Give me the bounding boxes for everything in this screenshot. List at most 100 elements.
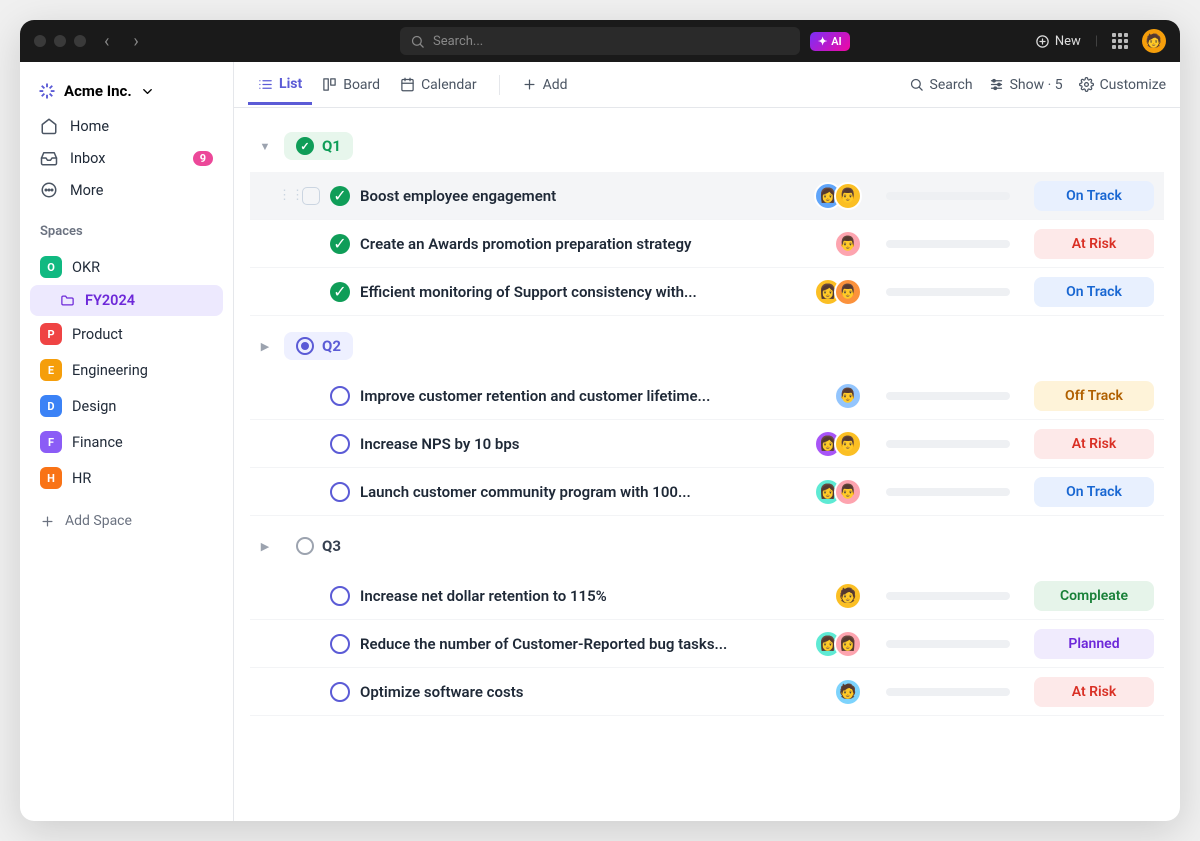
new-button-label: New [1055,34,1081,49]
add-view-button[interactable]: Add [512,67,578,103]
task-row[interactable]: ⋮⋮ ✓ Create an Awards promotion preparat… [250,220,1164,268]
assignee-group: 👨 [834,230,862,258]
group-header-q2[interactable]: ▶ Q2 [250,326,1164,372]
show-columns-label: Show · 5 [1010,77,1063,93]
space-child-fy2024[interactable]: FY2024 [30,285,223,316]
assignee-avatar[interactable]: 👨 [834,478,862,506]
assignee-group: 👨 [834,382,862,410]
ai-badge[interactable]: ✦ AI [810,32,850,51]
user-avatar[interactable]: 🧑 [1142,29,1166,53]
assignee-avatar[interactable]: 🧑 [834,582,862,610]
progress-bar [886,488,1010,496]
customize-button[interactable]: Customize [1079,77,1166,93]
nav-more[interactable]: More [30,174,223,206]
status-tag[interactable]: At Risk [1034,429,1154,459]
status-tag[interactable]: At Risk [1034,229,1154,259]
apps-grid-icon[interactable] [1112,33,1128,49]
task-row[interactable]: ⋮⋮ Improve customer retention and custom… [250,372,1164,420]
status-tag[interactable]: On Track [1034,477,1154,507]
view-toolbar: ListBoardCalendar Add Search Show · 5 [234,62,1180,108]
show-columns-button[interactable]: Show · 5 [989,77,1063,93]
group-pill[interactable]: ✓ Q1 [284,132,353,160]
assignee-avatar[interactable]: 👨 [834,382,862,410]
assignee-avatar[interactable]: 👨 [834,278,862,306]
workspace-switcher[interactable]: Acme Inc. [30,76,223,106]
chevron-right-icon[interactable]: ▶ [256,537,274,555]
task-row[interactable]: ⋮⋮ Launch customer community program wit… [250,468,1164,516]
space-icon: E [40,359,62,381]
space-icon: F [40,431,62,453]
group-pill[interactable]: Q2 [284,332,353,360]
task-row[interactable]: ⋮⋮ ✓ Boost employee engagement 👩👨 On Tra… [250,172,1164,220]
space-icon: O [40,256,62,278]
search-placeholder: Search... [433,34,483,49]
view-tab-list[interactable]: List [248,66,312,105]
status-todo-icon[interactable] [330,586,350,606]
chevron-down-icon[interactable]: ▼ [256,137,274,155]
drag-handle-icon[interactable]: ⋮⋮ [278,188,292,203]
assignee-avatar[interactable]: 👨 [834,430,862,458]
space-item-hr[interactable]: HHR [30,460,223,496]
status-tag[interactable]: On Track [1034,181,1154,211]
space-item-finance[interactable]: FFinance [30,424,223,460]
nav-label: Inbox [70,150,105,167]
space-item-okr[interactable]: OOKR [30,249,223,285]
assignee-avatar[interactable]: 👨 [834,182,862,210]
nav-inbox[interactable]: Inbox9 [30,142,223,174]
group-header-q3[interactable]: ▶ Q3 [250,526,1164,572]
status-done-icon[interactable]: ✓ [330,186,350,206]
assignee-avatar[interactable]: 🧑 [834,678,862,706]
global-search[interactable]: Search... [400,27,800,55]
window-controls[interactable] [34,35,86,47]
add-space-label: Add Space [65,513,132,529]
task-row[interactable]: ⋮⋮ Optimize software costs 🧑 At Risk [250,668,1164,716]
status-tag[interactable]: Planned [1034,629,1154,659]
plus-icon [522,77,537,92]
assignee-avatar[interactable]: 👨 [834,230,862,258]
select-checkbox[interactable] [302,187,320,205]
status-todo-icon[interactable] [330,434,350,454]
search-icon [410,34,425,49]
space-item-design[interactable]: DDesign [30,388,223,424]
space-item-engineering[interactable]: E Engineering [30,352,223,388]
add-space-button[interactable]: Add Space [30,506,223,536]
plus-circle-icon [1035,34,1050,49]
space-icon: H [40,467,62,489]
list-icon [258,77,273,92]
status-tag[interactable]: On Track [1034,277,1154,307]
status-todo-icon[interactable] [330,482,350,502]
search-view-button[interactable]: Search [909,77,973,93]
progress-bar [886,640,1010,648]
view-tab-calendar[interactable]: Calendar [390,67,487,103]
status-tag[interactable]: Off Track [1034,381,1154,411]
customize-label: Customize [1100,77,1166,93]
nav-home-icon [40,117,58,135]
status-tag[interactable]: Compleate [1034,581,1154,611]
gear-icon [1079,77,1094,92]
status-tag[interactable]: At Risk [1034,677,1154,707]
task-row[interactable]: ⋮⋮ Increase net dollar retention to 115%… [250,572,1164,620]
forward-button[interactable]: › [127,29,144,54]
group-pill[interactable]: Q3 [284,532,353,560]
space-item-product[interactable]: PProduct [30,316,223,352]
status-done-icon[interactable]: ✓ [330,234,350,254]
assignee-avatar[interactable]: 👩 [834,630,862,658]
group-header-q1[interactable]: ▼ ✓ Q1 [250,126,1164,172]
status-todo-icon[interactable] [330,634,350,654]
plus-icon [40,514,55,529]
task-list: ▼ ✓ Q1 ⋮⋮ ✓ Boost employee engagement 👩👨… [234,108,1180,821]
view-tab-board[interactable]: Board [312,67,390,103]
nav-inbox-icon [40,149,58,167]
status-todo-icon[interactable] [330,682,350,702]
calendar-icon [400,77,415,92]
chevron-right-icon[interactable]: ▶ [256,337,274,355]
task-row[interactable]: ⋮⋮ Increase NPS by 10 bps 👩👨 At Risk [250,420,1164,468]
task-row[interactable]: ⋮⋮ Reduce the number of Customer-Reporte… [250,620,1164,668]
new-button[interactable]: New [1035,34,1081,49]
status-done-icon[interactable]: ✓ [330,282,350,302]
back-button[interactable]: ‹ [98,29,115,54]
nav-home[interactable]: Home [30,110,223,142]
task-row[interactable]: ⋮⋮ ✓ Efficient monitoring of Support con… [250,268,1164,316]
status-todo-icon[interactable] [330,386,350,406]
space-label: Engineering [72,362,148,379]
